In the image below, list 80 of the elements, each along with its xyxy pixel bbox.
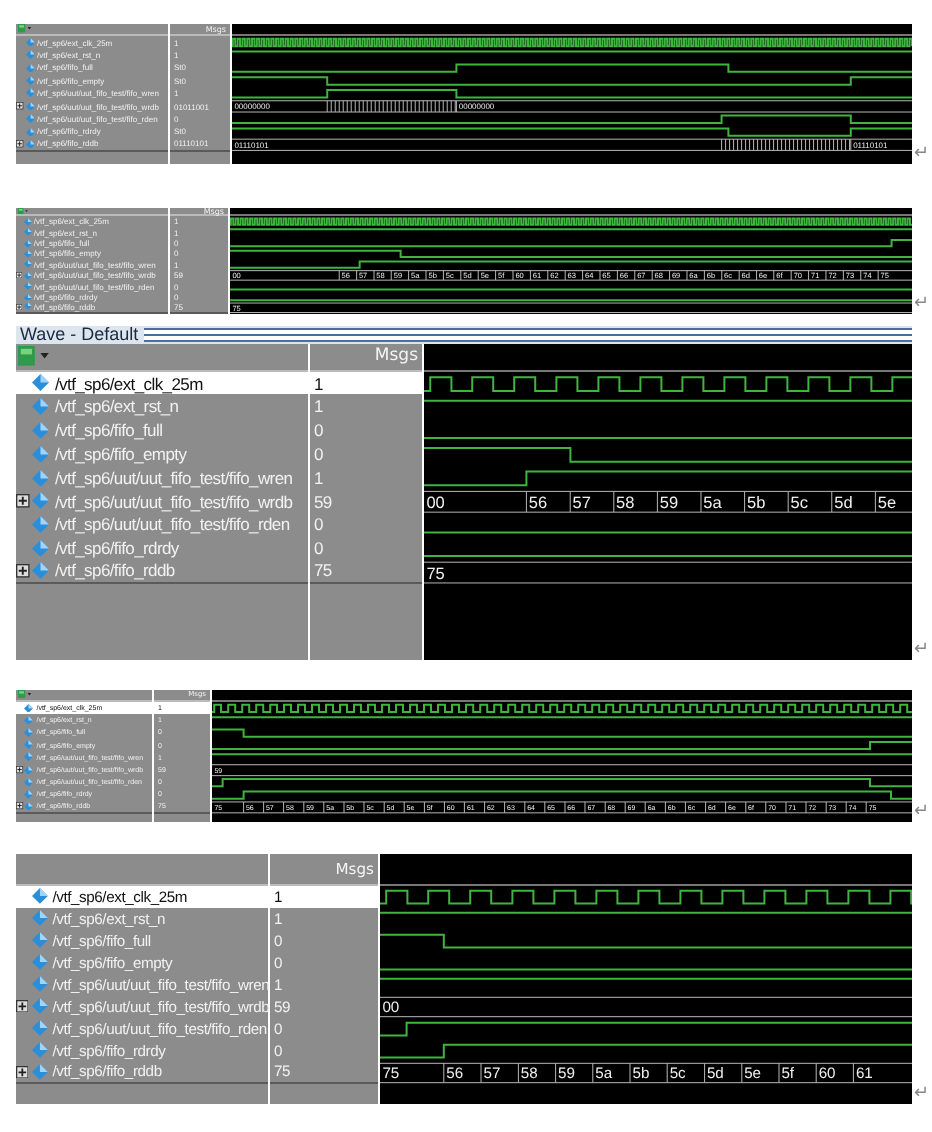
signal-value: 0 [314,538,323,559]
signal-icon [25,63,35,73]
expand-icon[interactable] [16,1065,29,1078]
toolbar-icon[interactable] [18,207,29,214]
signal-name: /vtf_sp6/fifo_rdrdy [55,538,179,559]
column-header: Msgs [374,346,418,367]
signal-icon [25,114,35,124]
signal-row[interactable]: /vtf_sp6/uut/uut_fifo_test/fifo_rden [16,512,308,537]
expand-icon[interactable] [16,766,24,774]
signal-icon [31,954,48,971]
signal-row[interactable]: /vtf_sp6/fifo_rddb [16,560,308,584]
paragraph-mark: ↵ [914,1085,930,1104]
expand-icon[interactable] [16,494,30,508]
signal-row[interactable]: /vtf_sp6/uut/uut_fifo_test/fifo_wrdb [16,489,308,513]
signal-icon [32,562,50,580]
toolbar-icon[interactable] [18,346,52,367]
signal-value: 0 [314,420,323,441]
paragraph-mark: ↵ [914,145,930,164]
signal-row[interactable]: /vtf_sp6/uut/uut_fifo_test/fifo_wren [16,465,308,490]
expand-icon[interactable] [16,1000,29,1013]
bus-value: 57 [572,493,591,512]
toolbar-icon[interactable] [18,24,33,34]
signal-row[interactable]: /vtf_sp6/fifo_rdrdy [16,536,308,561]
signal-row[interactable]: /vtf_sp6/ext_rst_n [16,394,308,419]
signal-icon [32,374,50,392]
signal-name: /vtf_sp6/fifo_full [55,420,163,441]
bus-value: 00 [426,493,445,512]
signal-icon [31,910,48,927]
signal-name: /vtf_sp6/fifo_rddb [55,560,175,581]
bus-value: 56 [528,493,548,512]
signal-value: 1 [314,396,323,417]
signal-value: 0 [314,514,323,535]
signal-name: /vtf_sp6/uut/uut_fifo_test/fifo_wrdb [55,491,293,512]
signal-value: 59 [314,491,332,512]
signal-row[interactable]: /vtf_sp6/ext_clk_25m [16,371,308,395]
window-title: Wave - Default [18,324,139,345]
expand-icon[interactable] [16,564,30,578]
paragraph-mark: ↵ [914,641,930,660]
signal-icon [31,932,48,949]
bus-value: 5d [834,493,853,512]
signal-value: 0 [314,443,323,464]
bus-value: 5a [703,493,722,512]
signal-row[interactable]: /vtf_sp6/fifo_full [16,418,308,443]
signal-icon [32,492,50,510]
signal-icon [32,516,50,534]
paragraph-mark: ↵ [914,803,930,822]
expand-icon[interactable] [16,303,23,310]
signal-row[interactable]: /vtf_sp6/fifo_empty [16,442,308,466]
bus-value: 75 [426,563,445,582]
signal-icon [32,539,50,557]
toolbar-icon[interactable] [18,690,33,699]
signal-name: /vtf_sp6/uut/uut_fifo_test/fifo_rden [55,514,290,535]
signal-name: /vtf_sp6/uut/uut_fifo_test/fifo_wren [55,467,293,488]
bus-value: 5b [747,493,766,512]
signal-value: 75 [314,560,332,581]
expand-icon[interactable] [16,802,24,810]
bus-value: 58 [616,493,635,512]
signal-icon [31,1042,48,1059]
expand-icon[interactable] [16,272,23,279]
signal-icon [32,445,50,463]
signal-name: /vtf_sp6/fifo_empty [55,443,187,464]
signal-value: 1 [314,467,323,488]
signal-value: 1 [314,373,323,394]
bus-value: 5e [877,493,897,512]
signal-icon [31,888,48,905]
signal-icon [31,1063,48,1080]
signal-icon [32,421,50,439]
bus-value: 59 [659,493,679,512]
signal-name: /vtf_sp6/ext_clk_25m [55,373,203,394]
signal-name: /vtf_sp6/ext_rst_n [55,396,179,417]
signal-icon [32,469,50,487]
signal-icon [32,398,50,416]
paragraph-mark: ↵ [914,295,930,314]
expand-icon[interactable] [16,139,24,148]
signal-icon [25,50,35,60]
signal-icon [31,976,48,993]
signal-icon [31,1020,48,1037]
bus-value: 5c [790,493,809,512]
expand-icon[interactable] [16,102,24,110]
signal-icon [31,998,48,1015]
